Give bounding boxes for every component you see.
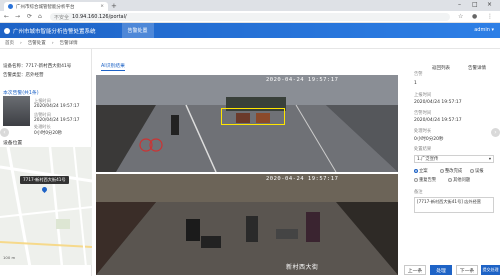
close-tab-icon[interactable]: × <box>100 4 104 9</box>
close-window-icon[interactable]: × <box>487 1 492 8</box>
browser-tab-title: 广州市综合城管智能分析平台 <box>16 4 75 10</box>
map-header: 设备位置 <box>3 141 23 146</box>
breadcrumb: 首页 › 告警处置 › 告警详情 <box>0 38 500 49</box>
breadcrumb-separator: › <box>20 40 22 46</box>
radio-icon <box>448 178 452 182</box>
prev-arrow-icon[interactable]: ‹ <box>0 128 9 137</box>
back-to-list-link[interactable]: 返回列表 <box>432 65 450 71</box>
radio-label: 整改完成 <box>445 169 463 174</box>
breadcrumb-item: 告警详情 <box>59 41 78 46</box>
radio-label: 误报 <box>475 169 484 174</box>
radio-option[interactable]: 其他问题 <box>448 177 470 183</box>
radio-option[interactable]: 误报 <box>470 168 484 174</box>
osd-timestamp-top: 2020-04-24 19:57:17 <box>266 77 339 83</box>
note-label: 备注 <box>414 190 423 195</box>
device-map[interactable]: 7717-新村西大街41号 100 m <box>0 147 92 265</box>
field-label: 告警 <box>414 72 423 77</box>
detection-box[interactable] <box>221 108 285 125</box>
breadcrumb-separator: › <box>51 40 54 46</box>
maximize-icon[interactable]: □ <box>472 1 478 8</box>
video-frame-bottom[interactable]: 2020-04-24 19:57:17 新村西大街 <box>96 174 398 275</box>
new-tab-icon[interactable]: + <box>111 2 117 10</box>
note-textarea[interactable]: [7717-新村西大街41号] 店外经营 <box>414 197 494 213</box>
minimize-icon[interactable]: – <box>458 1 461 8</box>
breadcrumb-item[interactable]: 首页 <box>5 40 14 46</box>
browser-tabbar: 广州市综合城管智能分析平台 × + – □ × <box>0 0 500 11</box>
field-value: 0小时0分20秒 <box>414 137 444 142</box>
video-frame-top[interactable]: 2020-04-24 19:57:17 <box>96 75 398 172</box>
favicon-icon <box>8 4 13 9</box>
right-panel: 返回列表 告警详情 告警 1 上报时间 2020/04/24 19:57:17 … <box>412 49 500 276</box>
left-panel: 设备名称：7717-新村西大街41号 告警类型：店外经营 本次告警(共1条) 上… <box>0 49 92 276</box>
user-menu[interactable]: admin ▾ <box>474 27 494 33</box>
scene-bottom <box>96 174 398 275</box>
disposal-select[interactable]: 1.广泛宣传 ▾ <box>414 155 494 163</box>
not-secure-label: 不安全 <box>54 14 70 21</box>
reload-icon[interactable]: ⟳ <box>27 13 32 20</box>
radio-label: 其他问题 <box>453 178 471 183</box>
prev-record-button[interactable]: 上一条 <box>404 265 426 275</box>
radio-label: 立案 <box>419 169 428 174</box>
field-value: 0小时0分20秒 <box>34 131 63 136</box>
url-field[interactable]: 不安全 10.94.160.126/portal/ <box>50 13 450 21</box>
tab-alarm-disposal[interactable]: 告警处置 <box>121 23 154 38</box>
chevron-down-icon: ▾ <box>488 156 491 162</box>
radio-icon <box>470 169 474 173</box>
field-value: 2020/04/24 19:57:17 <box>34 118 80 123</box>
back-icon[interactable]: ← <box>4 13 9 20</box>
device-name: 设备名称：7717-新村西大街41号 <box>3 64 72 69</box>
alarm-type: 告警类型：店外经营 <box>3 73 44 78</box>
browser-tab[interactable]: 广州市综合城管智能分析平台 × <box>4 2 108 11</box>
radio-option[interactable]: 整改完成 <box>440 168 462 174</box>
field-value: 2020/04/24 19:57:17 <box>34 104 80 109</box>
radio-option[interactable]: 立案 <box>414 168 428 174</box>
menu-icon[interactable]: ⋮ <box>487 13 493 20</box>
field-label: 上报时间 <box>414 93 432 98</box>
submit-button[interactable]: 提交处理 <box>481 265 500 275</box>
process-button[interactable]: 处理 <box>430 265 452 275</box>
address-bar-row: ← → ⟳ ⌂ 不安全 10.94.160.126/portal/ ☆ ● ⋮ <box>0 11 500 23</box>
star-icon[interactable]: ☆ <box>458 13 463 20</box>
home-icon[interactable]: ⌂ <box>38 13 42 20</box>
field-value: 2020/04/24 19:57:17 <box>414 118 462 123</box>
field-label: 告警时间 <box>414 111 432 116</box>
tab-ai-result[interactable]: AI识别结果 <box>101 62 125 71</box>
radio-checked-icon <box>414 169 418 173</box>
map-popup: 7717-新村西大街41号 <box>20 176 69 184</box>
next-record-button[interactable]: 下一条 <box>456 265 478 275</box>
disposal-select-value: 1.广泛宣传 <box>417 157 439 162</box>
radio-icon <box>440 169 444 173</box>
app-title: 广州市城市智能分析告警处置系统 <box>13 28 96 35</box>
map-scale: 100 m <box>3 255 16 260</box>
breadcrumb-item[interactable]: 告警处置 <box>28 40 46 46</box>
field-value: 1 <box>414 81 417 86</box>
alarm-detail-link[interactable]: 告警详情 <box>468 65 486 71</box>
radio-icon <box>414 178 418 182</box>
profile-icon[interactable]: ● <box>472 13 477 20</box>
forward-icon[interactable]: → <box>15 13 20 20</box>
field-label: 处理时长 <box>414 129 432 134</box>
disposal-label: 处置结果 <box>414 147 432 152</box>
section-title-current-alarm: 本次告警(共1条) <box>3 91 39 96</box>
osd-camera-name: 新村西大街 <box>286 264 319 271</box>
alarm-thumbnail[interactable] <box>3 96 30 126</box>
app-logo-icon <box>4 27 10 34</box>
field-value: 2020/04/24 19:57:17 <box>414 100 462 105</box>
osd-timestamp-bottom: 2020-04-24 19:57:17 <box>266 176 339 182</box>
app-header: 广州市城市智能分析告警处置系统 告警处置 <box>0 23 500 38</box>
center-panel: AI识别结果 2020-04-24 19:57:17 2020-04-24 19… <box>95 49 408 276</box>
radio-option[interactable]: 重复告警 <box>414 177 436 183</box>
url-text: 10.94.160.126/portal/ <box>72 14 127 20</box>
radio-label: 重复告警 <box>419 178 437 183</box>
map-roads <box>0 147 92 265</box>
